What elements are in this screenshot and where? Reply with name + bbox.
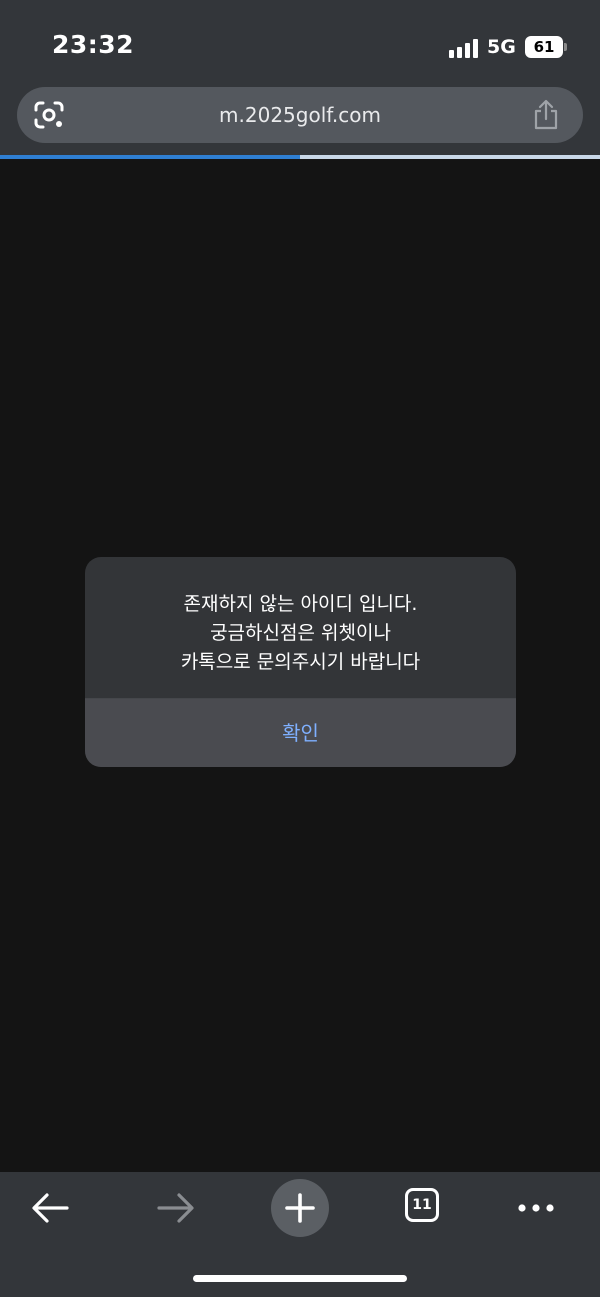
google-lens-icon[interactable] — [33, 100, 65, 130]
status-time: 23:32 — [52, 30, 135, 59]
confirm-button[interactable]: 확인 — [85, 699, 516, 767]
dialog-message-line: 존재하지 않는 아이디 입니다. — [183, 593, 418, 615]
alert-dialog: 존재하지 않는 아이디 입니다. 궁금하신점은 위쳇이나 카톡으로 문의주시기 … — [85, 557, 516, 767]
dialog-message-line: 카톡으로 문의주시기 바랍니다 — [180, 651, 421, 673]
progress-fill — [0, 155, 300, 159]
back-arrow-icon[interactable] — [30, 1190, 70, 1226]
url-text[interactable]: m.2025golf.com — [17, 87, 583, 143]
battery-icon — [564, 43, 567, 51]
more-dots-icon[interactable] — [516, 1200, 556, 1214]
address-bar[interactable]: m.2025golf.com — [17, 87, 583, 143]
dialog-message-line: 궁금하신점은 위쳇이나 — [210, 622, 391, 644]
plus-icon — [285, 1193, 315, 1223]
network-type: 5G — [487, 36, 516, 58]
browser-bottom-toolbar: 11 — [0, 1172, 600, 1297]
home-indicator[interactable] — [193, 1275, 407, 1282]
cellular-signal-icon — [449, 38, 481, 58]
new-tab-button[interactable] — [271, 1179, 329, 1237]
tabs-button[interactable]: 11 — [405, 1188, 439, 1222]
dialog-message: 존재하지 않는 아이디 입니다. 궁금하신점은 위쳇이나 카톡으로 문의주시기 … — [85, 590, 516, 677]
forward-arrow-icon[interactable] — [156, 1190, 196, 1226]
screen: 23:32 5G 61 m.2025golf.com 존재하지 않는 아이디 입… — [0, 0, 600, 1297]
page-load-progress-bar — [0, 155, 600, 159]
browser-top-chrome: 23:32 5G 61 m.2025golf.com — [0, 0, 600, 156]
battery-level: 61 — [525, 36, 563, 58]
share-icon[interactable] — [531, 99, 561, 131]
